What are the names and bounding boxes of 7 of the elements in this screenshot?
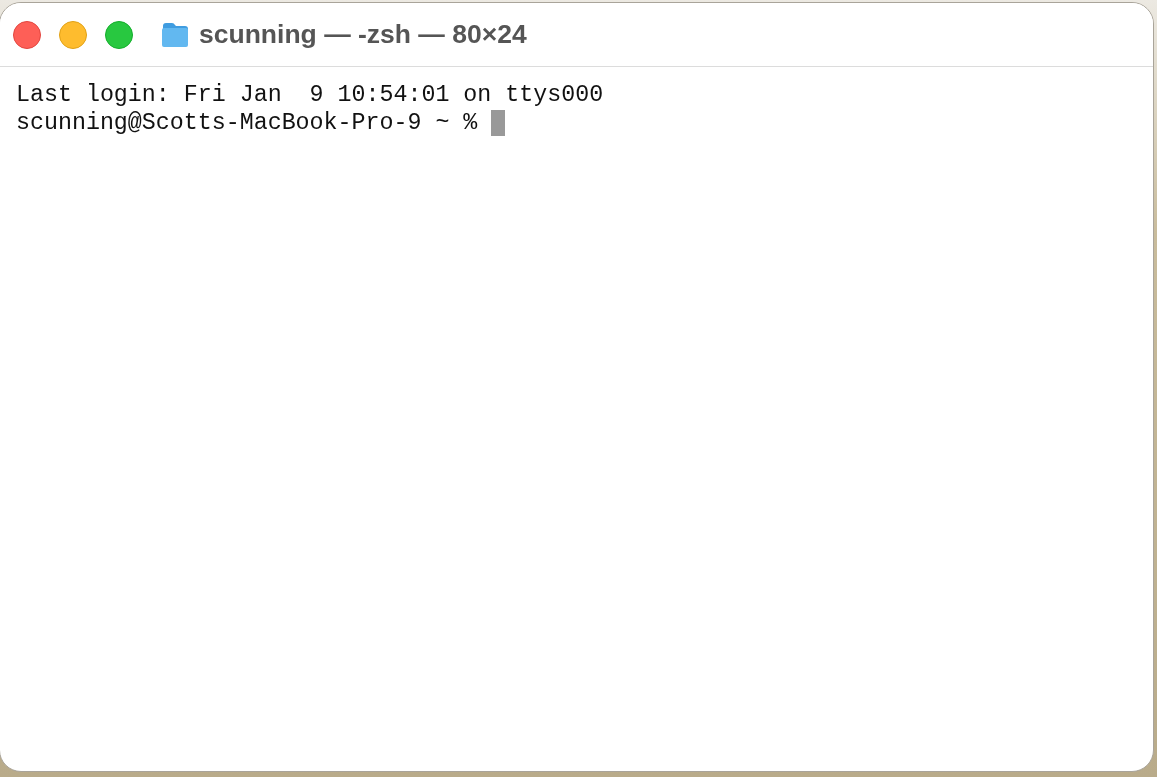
minimize-button[interactable] xyxy=(59,20,87,49)
terminal-line: scunning@Scotts-MacBook-Pro-9 ~ % xyxy=(16,109,478,137)
terminal-line: Last login: Fri Jan 9 10:54:01 on ttys000 xyxy=(16,81,604,109)
window-title: scunning — -zsh — 80×24 xyxy=(199,19,527,50)
close-button[interactable] xyxy=(13,20,41,49)
folder-icon xyxy=(161,21,189,48)
zoom-button[interactable] xyxy=(105,20,133,49)
